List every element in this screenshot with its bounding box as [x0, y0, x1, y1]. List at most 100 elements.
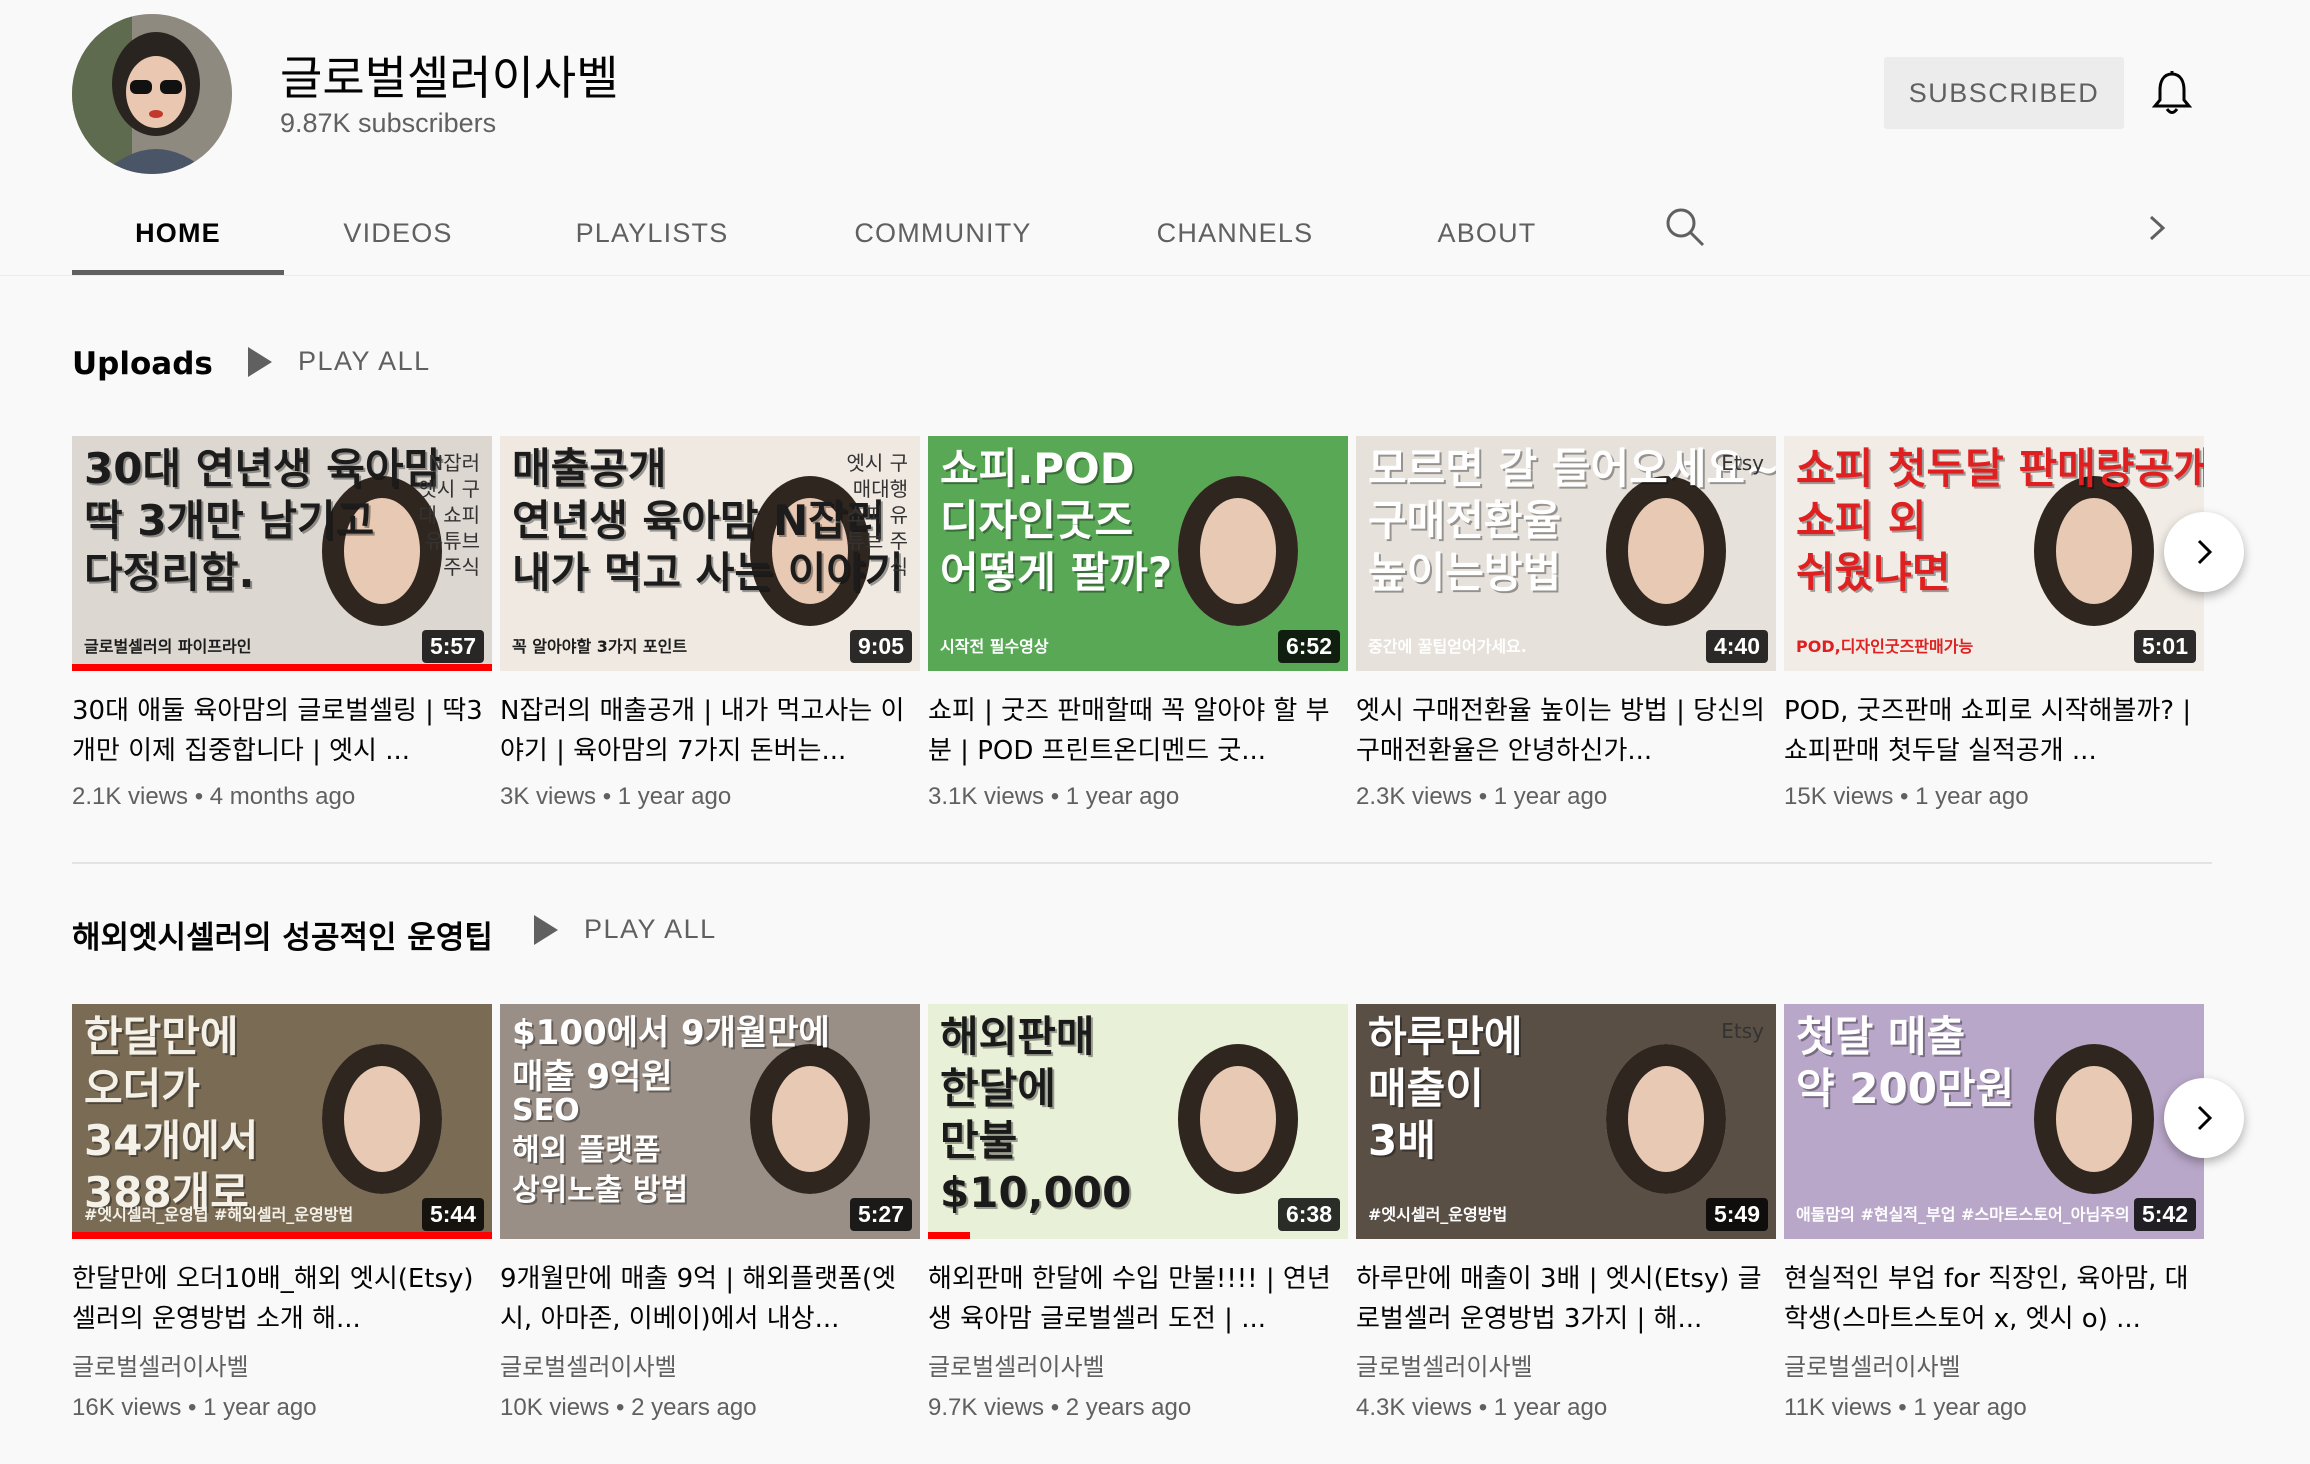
section-divider	[72, 862, 2212, 864]
video-thumbnail[interactable]: 쇼피.POD 디자인굿즈 어떻게 팔까? 시작전 필수영상 6:52	[928, 436, 1348, 671]
video-card[interactable]: 첫달 매출 약 200만원 애둘맘의 #현실적_부업 #스마트스토어_아님주의 5:4…	[1784, 1004, 2204, 1422]
thumbnail-text: 구매전환율	[1368, 496, 1562, 545]
thumbnail-text: $100에서 9개월만에	[512, 1013, 830, 1053]
thumbnail-caption: #엣시셀러_운영방법	[1368, 1205, 1508, 1224]
play-icon	[534, 914, 558, 945]
thumbnail-text: 높이는방법	[1368, 548, 1562, 597]
video-duration: 6:52	[1277, 630, 1340, 663]
video-metadata: 2.1K views • 4 months ago	[72, 783, 356, 810]
presenter-image	[1178, 1044, 1298, 1194]
tab-home[interactable]: HOME	[72, 190, 284, 276]
video-thumbnail[interactable]: $100에서 9개월만에 매출 9억원 SEO 해외 플랫폼 상위노출 방법 5:27	[500, 1004, 920, 1239]
thumbnail-text: 30대 연년생 육아맘	[84, 444, 443, 493]
video-channel-name[interactable]: 글로벌셀러이사벨	[72, 1347, 492, 1382]
play-all-label: PLAY ALL	[584, 914, 717, 944]
thumbnail-text: 약 200만원	[1796, 1064, 2015, 1113]
thumbnail-text: 상위노출 방법	[512, 1173, 689, 1208]
thumbnail-caption: POD,디자인굿즈판매가능	[1796, 637, 1974, 656]
video-card[interactable]: 30대 연년생 육아맘 딱 3개만 남기고 다정리함. N잡러 엣시 구대 쇼피 유튜…	[72, 436, 492, 811]
video-card[interactable]: $100에서 9개월만에 매출 9억원 SEO 해외 플랫폼 상위노출 방법 5:27 9개…	[500, 1004, 920, 1422]
video-title[interactable]: N잡러의 매출공개 | 내가 먹고사는 이야기 | 육아맘의 7가지 돈버는..…	[500, 691, 920, 771]
shelf-next-button[interactable]	[2164, 1078, 2244, 1158]
video-thumbnail[interactable]: 하루만에 매출이 3배 Etsy #엣시셀러_운영방법 5:49	[1356, 1004, 1776, 1239]
video-card[interactable]: 하루만에 매출이 3배 Etsy #엣시셀러_운영방법 5:49 하루만에 매출이 3배 |…	[1356, 1004, 1776, 1422]
video-card[interactable]: 해외판매 한달에 만불 $10,000 6:38 해외판매 한달에 수입 만불!!!! |…	[928, 1004, 1348, 1422]
thumbnail-side-text: Etsy	[1721, 451, 1764, 475]
thumbnail-text: 한달에	[940, 1064, 1056, 1113]
video-metadata: 2.3K views • 1 year ago	[1356, 783, 1608, 810]
thumbnail-text: 해외판매	[940, 1012, 1095, 1061]
channel-name: 글로벌셀러이사벨	[280, 51, 619, 105]
video-title[interactable]: 30대 애둘 육아맘의 글로벌셀링 | 딱3개만 이제 집중합니다 | 엣시 .…	[72, 691, 492, 771]
presenter-image	[322, 1044, 442, 1194]
presenter-image	[1606, 476, 1726, 626]
tab-community[interactable]: COMMUNITY	[830, 190, 1056, 276]
play-all-label: PLAY ALL	[298, 346, 431, 376]
video-channel-name[interactable]: 글로벌셀러이사벨	[500, 1347, 920, 1382]
chevron-right-icon	[2197, 539, 2213, 565]
video-title[interactable]: 쇼피 | 굿즈 판매할때 꼭 알아야 할 부분 | POD 프린트온디멘드 굿.…	[928, 691, 1348, 771]
video-title[interactable]: POD, 굿즈판매 쇼피로 시작해볼까? | 쇼피판매 첫두달 실적공개 ...	[1784, 691, 2204, 771]
channel-avatar[interactable]	[72, 14, 232, 174]
tab-videos[interactable]: VIDEOS	[300, 190, 496, 276]
video-channel-name[interactable]: 글로벌셀러이사벨	[928, 1347, 1348, 1382]
video-title[interactable]: 하루만에 매출이 3배 | 엣시(Etsy) 글로벌셀러 운영방법 3가지 | …	[1356, 1259, 1776, 1339]
thumbnail-caption: 애둘맘의 #현실적_부업 #스마트스토어_아님주의	[1796, 1205, 2130, 1224]
video-duration: 5:57	[421, 630, 484, 663]
video-thumbnail[interactable]: 쇼피 첫두달 판매량공개 쇼피 외 쉬웠냐면 POD,디자인굿즈판매가능 5:01	[1784, 436, 2204, 671]
video-thumbnail[interactable]: 한달만에 오더가 34개에서 388개로 #엣시셀러_운영팁 #해외셀러_운영방법 5:4…	[72, 1004, 492, 1239]
video-channel-name[interactable]: 글로벌셀러이사벨	[1784, 1347, 2204, 1382]
video-card[interactable]: 한달만에 오더가 34개에서 388개로 #엣시셀러_운영팁 #해외셀러_운영방법 5:4…	[72, 1004, 492, 1422]
play-all-uploads[interactable]: PLAY ALL	[248, 346, 431, 377]
video-thumbnail[interactable]: 30대 연년생 육아맘 딱 3개만 남기고 다정리함. N잡러 엣시 구대 쇼피 유튜…	[72, 436, 492, 671]
video-metadata: 15K views • 1 year ago	[1784, 783, 2029, 810]
thumbnail-caption: 중간에 꿀팁얻어가세요.	[1368, 637, 1527, 656]
video-title[interactable]: 한달만에 오더10배_해외 엣시(Etsy) 셀러의 운영방법 소개 해...	[72, 1259, 492, 1339]
thumbnail-text: 연년생 육아맘 N잡러	[512, 496, 886, 545]
video-duration: 4:40	[1705, 630, 1768, 663]
video-title[interactable]: 현실적인 부업 for 직장인, 육아맘, 대학생(스마트스토어 x, 엣시 o…	[1784, 1259, 2204, 1339]
presenter-image	[2034, 476, 2154, 626]
thumbnail-text: 만불	[940, 1116, 1018, 1165]
subscribed-button[interactable]: SUBSCRIBED	[1884, 57, 2124, 129]
tab-channels[interactable]: CHANNELS	[1126, 190, 1344, 276]
video-channel-name[interactable]: 글로벌셀러이사벨	[1356, 1347, 1776, 1382]
play-all-playlist[interactable]: PLAY ALL	[534, 914, 717, 945]
video-card[interactable]: 매출공개 연년생 육아맘 N잡러 내가 먹고 사는 이야기 엣시 구매대행 쇼피 유튜…	[500, 436, 920, 811]
video-card[interactable]: 모르면 갈 들어오세요~ 구매전환율 높이는방법 Etsy 중간에 꿀팁얻어가세요. 4:…	[1356, 436, 1776, 811]
video-title[interactable]: 9개월만에 매출 9억 | 해외플랫폼(엣시, 아마존, 이베이)에서 내상..…	[500, 1259, 920, 1339]
bell-icon[interactable]	[2151, 70, 2193, 116]
video-metadata: 4.3K views • 1 year ago	[1356, 1394, 1608, 1421]
video-thumbnail[interactable]: 매출공개 연년생 육아맘 N잡러 내가 먹고 사는 이야기 엣시 구매대행 쇼피 유튜…	[500, 436, 920, 671]
playlist-title[interactable]: 해외엣시셀러의 성공적인 운영팁	[72, 912, 493, 957]
tab-playlists[interactable]: PLAYLISTS	[540, 190, 764, 276]
chevron-right-icon[interactable]	[2140, 212, 2172, 244]
uploads-title[interactable]: Uploads	[72, 346, 213, 382]
tab-about[interactable]: ABOUT	[1412, 190, 1562, 276]
thumbnail-text: 오더가	[84, 1064, 200, 1113]
video-metadata: 16K views • 1 year ago	[72, 1394, 317, 1421]
thumbnail-text: 매출 9억원	[512, 1057, 673, 1097]
video-title[interactable]: 해외판매 한달에 수입 만불!!!! | 연년생 육아맘 글로벌셀러 도전 | …	[928, 1259, 1348, 1339]
video-thumbnail[interactable]: 모르면 갈 들어오세요~ 구매전환율 높이는방법 Etsy 중간에 꿀팁얻어가세요. 4:…	[1356, 436, 1776, 671]
video-card[interactable]: 쇼피 첫두달 판매량공개 쇼피 외 쉬웠냐면 POD,디자인굿즈판매가능 5:01 POD…	[1784, 436, 2204, 811]
shelf-next-button[interactable]	[2164, 512, 2244, 592]
channel-header: 글로벌셀러이사벨 9.87K subscribers SUBSCRIBED HO…	[0, 0, 2310, 276]
thumbnail-text: 3배	[1368, 1116, 1436, 1165]
thumbnail-caption: 꼭 알아야할 3가지 포인트	[512, 637, 688, 656]
watch-progress-bar	[928, 1232, 970, 1239]
thumbnail-text: 해외 플랫폼	[512, 1133, 661, 1168]
video-thumbnail[interactable]: 첫달 매출 약 200만원 애둘맘의 #현실적_부업 #스마트스토어_아님주의 5:4…	[1784, 1004, 2204, 1239]
thumbnail-text: 하루만에	[1368, 1012, 1523, 1061]
video-thumbnail[interactable]: 해외판매 한달에 만불 $10,000 6:38	[928, 1004, 1348, 1239]
thumbnail-text: 매출공개	[512, 444, 667, 493]
thumbnail-text: 딱 3개만 남기고	[84, 496, 375, 545]
watch-progress-bar	[72, 1232, 492, 1239]
video-title[interactable]: 엣시 구매전환율 높이는 방법 | 당신의 구매전환율은 안녕하신가...	[1356, 691, 1776, 771]
search-icon[interactable]	[1664, 206, 1706, 248]
video-card[interactable]: 쇼피.POD 디자인굿즈 어떻게 팔까? 시작전 필수영상 6:52 쇼피 | 굿즈 판매…	[928, 436, 1348, 811]
video-metadata: 3K views • 1 year ago	[500, 783, 732, 810]
chevron-right-icon	[2197, 1105, 2213, 1131]
video-duration: 5:44	[421, 1198, 484, 1231]
thumbnail-text: 쇼피 첫두달 판매량공개	[1796, 444, 2204, 493]
